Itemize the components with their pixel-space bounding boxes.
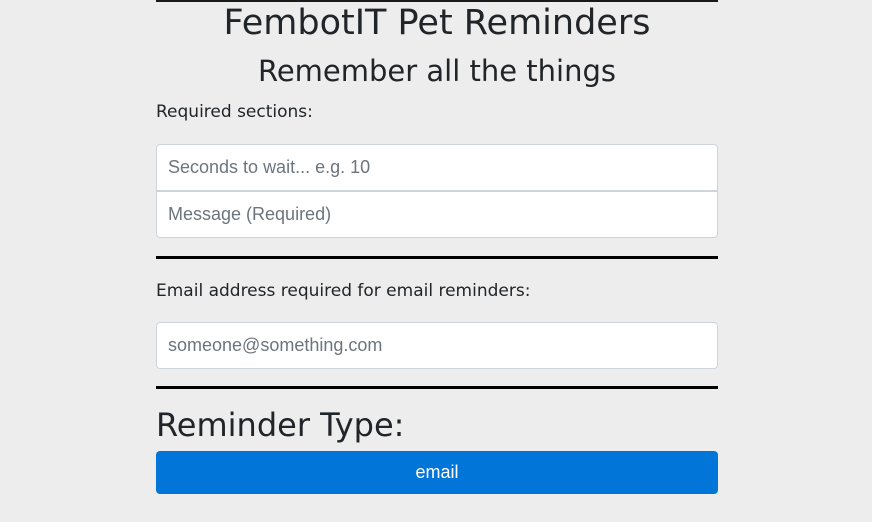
top-border	[156, 0, 718, 2]
reminder-type-heading: Reminder Type:	[156, 406, 405, 444]
email-reminder-button[interactable]: email	[156, 451, 718, 494]
section-divider	[156, 386, 718, 389]
message-input[interactable]	[156, 191, 718, 238]
email-section-label: Email address required for email reminde…	[156, 281, 531, 301]
page-title: FembotIT Pet Reminders	[223, 3, 651, 43]
seconds-input[interactable]	[156, 144, 718, 191]
page: FembotIT Pet Reminders Remember all the …	[0, 0, 872, 522]
page-subtitle: Remember all the things	[257, 54, 617, 88]
section-divider	[156, 256, 718, 259]
email-input[interactable]	[156, 322, 718, 369]
required-sections-label: Required sections:	[156, 102, 313, 122]
